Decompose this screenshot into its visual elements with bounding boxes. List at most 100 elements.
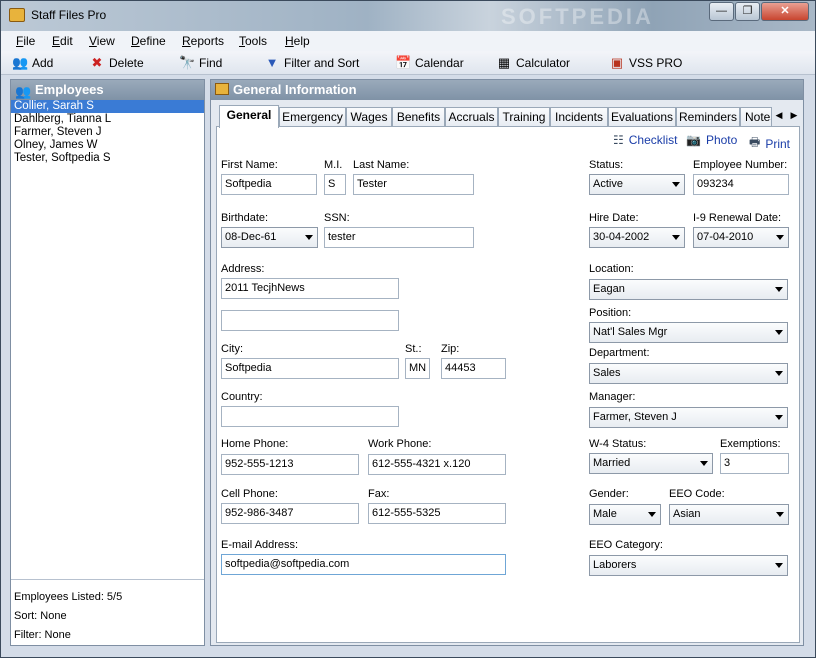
manager-select[interactable]: Farmer, Steven J	[589, 407, 788, 428]
employees-panel: 👥 Employees Collier, Sarah S Dahlberg, T…	[10, 79, 205, 646]
country-field[interactable]	[221, 406, 399, 427]
tab-training[interactable]: Training	[498, 107, 550, 127]
position-select[interactable]: Nat'l Sales Mgr	[589, 322, 788, 343]
tab-accruals[interactable]: Accruals	[445, 107, 498, 127]
birthdate-value: 08-Dec-61	[225, 231, 277, 243]
last-name-field[interactable]: Tester	[353, 174, 474, 195]
tab-scroll-right-icon[interactable]: ▶	[787, 107, 801, 123]
ssn-field[interactable]: tester	[324, 227, 474, 248]
menu-bar: File Edit View Define Reports Tools Help	[1, 31, 815, 51]
tab-scroll-left-icon[interactable]: ◀	[772, 107, 786, 123]
eeo-code-select[interactable]: Asian	[669, 504, 789, 525]
menu-file[interactable]: File	[16, 34, 35, 48]
tab-strip: General Emergency Wages Benefits Accrual…	[216, 105, 802, 128]
calculator-button[interactable]: ▦ Calculator	[496, 54, 570, 72]
list-item[interactable]: Tester, Softpedia S	[11, 152, 204, 165]
chevron-down-icon	[648, 512, 656, 517]
gender-label: Gender:	[589, 488, 629, 500]
gender-select[interactable]: Male	[589, 504, 661, 525]
fax-label: Fax:	[368, 488, 390, 500]
i9-value: 07-04-2010	[697, 231, 754, 243]
state-field[interactable]: MN	[405, 358, 430, 379]
home-phone-label: Home Phone:	[221, 438, 289, 450]
vss-pro-button[interactable]: ▣ VSS PRO	[609, 54, 683, 72]
eeo-category-select[interactable]: Laborers	[589, 555, 788, 576]
maximize-button[interactable]: ❐	[735, 2, 760, 21]
w4-select[interactable]: Married	[589, 453, 713, 474]
find-button[interactable]: 🔭 Find	[179, 54, 222, 72]
list-item[interactable]: Dahlberg, Tianna L	[11, 113, 204, 126]
menu-reports[interactable]: Reports	[182, 34, 224, 48]
calendar-button[interactable]: 📅 Calendar	[395, 54, 464, 72]
add-label: Add	[32, 56, 54, 70]
zip-field[interactable]: 44453	[441, 358, 506, 379]
location-label: Location:	[589, 263, 634, 275]
chevron-down-icon	[776, 512, 784, 517]
filter-sort-button[interactable]: ▼ Filter and Sort	[264, 54, 360, 72]
exemptions-field[interactable]: 3	[720, 453, 789, 474]
fax-field[interactable]: 612-555-5325	[368, 503, 506, 524]
checklist-link[interactable]: ☷ Checklist	[613, 133, 677, 147]
hire-date-picker[interactable]: 30-04-2002	[589, 227, 685, 248]
calendar-icon: 📅	[395, 55, 412, 70]
birthdate-picker[interactable]: 08-Dec-61	[221, 227, 318, 248]
department-value: Sales	[593, 367, 621, 379]
tab-notes[interactable]: Notes	[740, 107, 772, 127]
print-label: Print	[765, 136, 791, 151]
list-item[interactable]: Collier, Sarah S	[11, 100, 204, 113]
home-phone-field[interactable]: 952-555-1213	[221, 454, 359, 475]
status-value: Active	[593, 178, 623, 190]
chevron-down-icon	[775, 287, 783, 292]
menu-tools[interactable]: Tools	[239, 34, 267, 48]
close-icon: ✕	[780, 5, 790, 17]
tab-reminders[interactable]: Reminders	[676, 107, 740, 127]
address1-field[interactable]: 2011 TecjhNews	[221, 278, 399, 299]
i9-date-picker[interactable]: 07-04-2010	[693, 227, 789, 248]
photo-link[interactable]: 📷 Photo	[686, 133, 737, 147]
ssn-label: SSN:	[324, 212, 350, 224]
tab-evaluations[interactable]: Evaluations	[608, 107, 676, 127]
print-link[interactable]: 🖶 Print	[749, 133, 790, 154]
w4-value: Married	[593, 457, 631, 469]
tab-emergency[interactable]: Emergency	[279, 107, 346, 127]
list-item[interactable]: Olney, James W	[11, 139, 204, 152]
vss-label: VSS PRO	[629, 56, 683, 70]
tab-wages[interactable]: Wages	[346, 107, 392, 127]
checklist-label: Checklist	[628, 133, 678, 147]
tab-general[interactable]: General	[219, 105, 279, 128]
minimize-button[interactable]: —	[709, 2, 734, 21]
status-select[interactable]: Active	[589, 174, 685, 195]
hire-date-value: 30-04-2002	[593, 231, 650, 243]
email-field[interactable]: softpedia@softpedia.com	[221, 554, 506, 575]
manager-value: Farmer, Steven J	[593, 411, 677, 423]
menu-edit[interactable]: Edit	[52, 34, 73, 48]
general-title: General Information	[233, 82, 357, 97]
tab-incidents[interactable]: Incidents	[550, 107, 608, 127]
emp-number-field[interactable]: 093234	[693, 174, 789, 195]
add-user-icon: 👥	[12, 55, 29, 70]
general-header: General Information	[211, 80, 803, 100]
list-item[interactable]: Farmer, Steven J	[11, 126, 204, 139]
mi-field[interactable]: S	[324, 174, 346, 195]
state-label: St.:	[405, 343, 422, 355]
delete-button[interactable]: ✖ Delete	[89, 54, 144, 72]
add-button[interactable]: 👥 Add	[12, 54, 53, 72]
menu-define[interactable]: Define	[131, 34, 166, 48]
work-phone-field[interactable]: 612-555-4321 x.120	[368, 454, 506, 475]
menu-view[interactable]: View	[89, 34, 115, 48]
tab-benefits[interactable]: Benefits	[392, 107, 445, 127]
address2-field[interactable]	[221, 310, 399, 331]
location-select[interactable]: Eagan	[589, 279, 788, 300]
watermark: SOFTPEDIA	[501, 4, 654, 29]
chevron-down-icon	[672, 235, 680, 240]
location-value: Eagan	[593, 283, 625, 295]
menu-help[interactable]: Help	[285, 34, 310, 48]
city-field[interactable]: Softpedia	[221, 358, 399, 379]
title-bar[interactable]: Staff Files Pro SOFTPEDIA — ❐ ✕	[1, 1, 815, 31]
city-label: City:	[221, 343, 243, 355]
chevron-down-icon	[775, 563, 783, 568]
close-button[interactable]: ✕	[761, 2, 809, 21]
first-name-field[interactable]: Softpedia	[221, 174, 317, 195]
department-select[interactable]: Sales	[589, 363, 788, 384]
cell-phone-field[interactable]: 952-986-3487	[221, 503, 359, 524]
